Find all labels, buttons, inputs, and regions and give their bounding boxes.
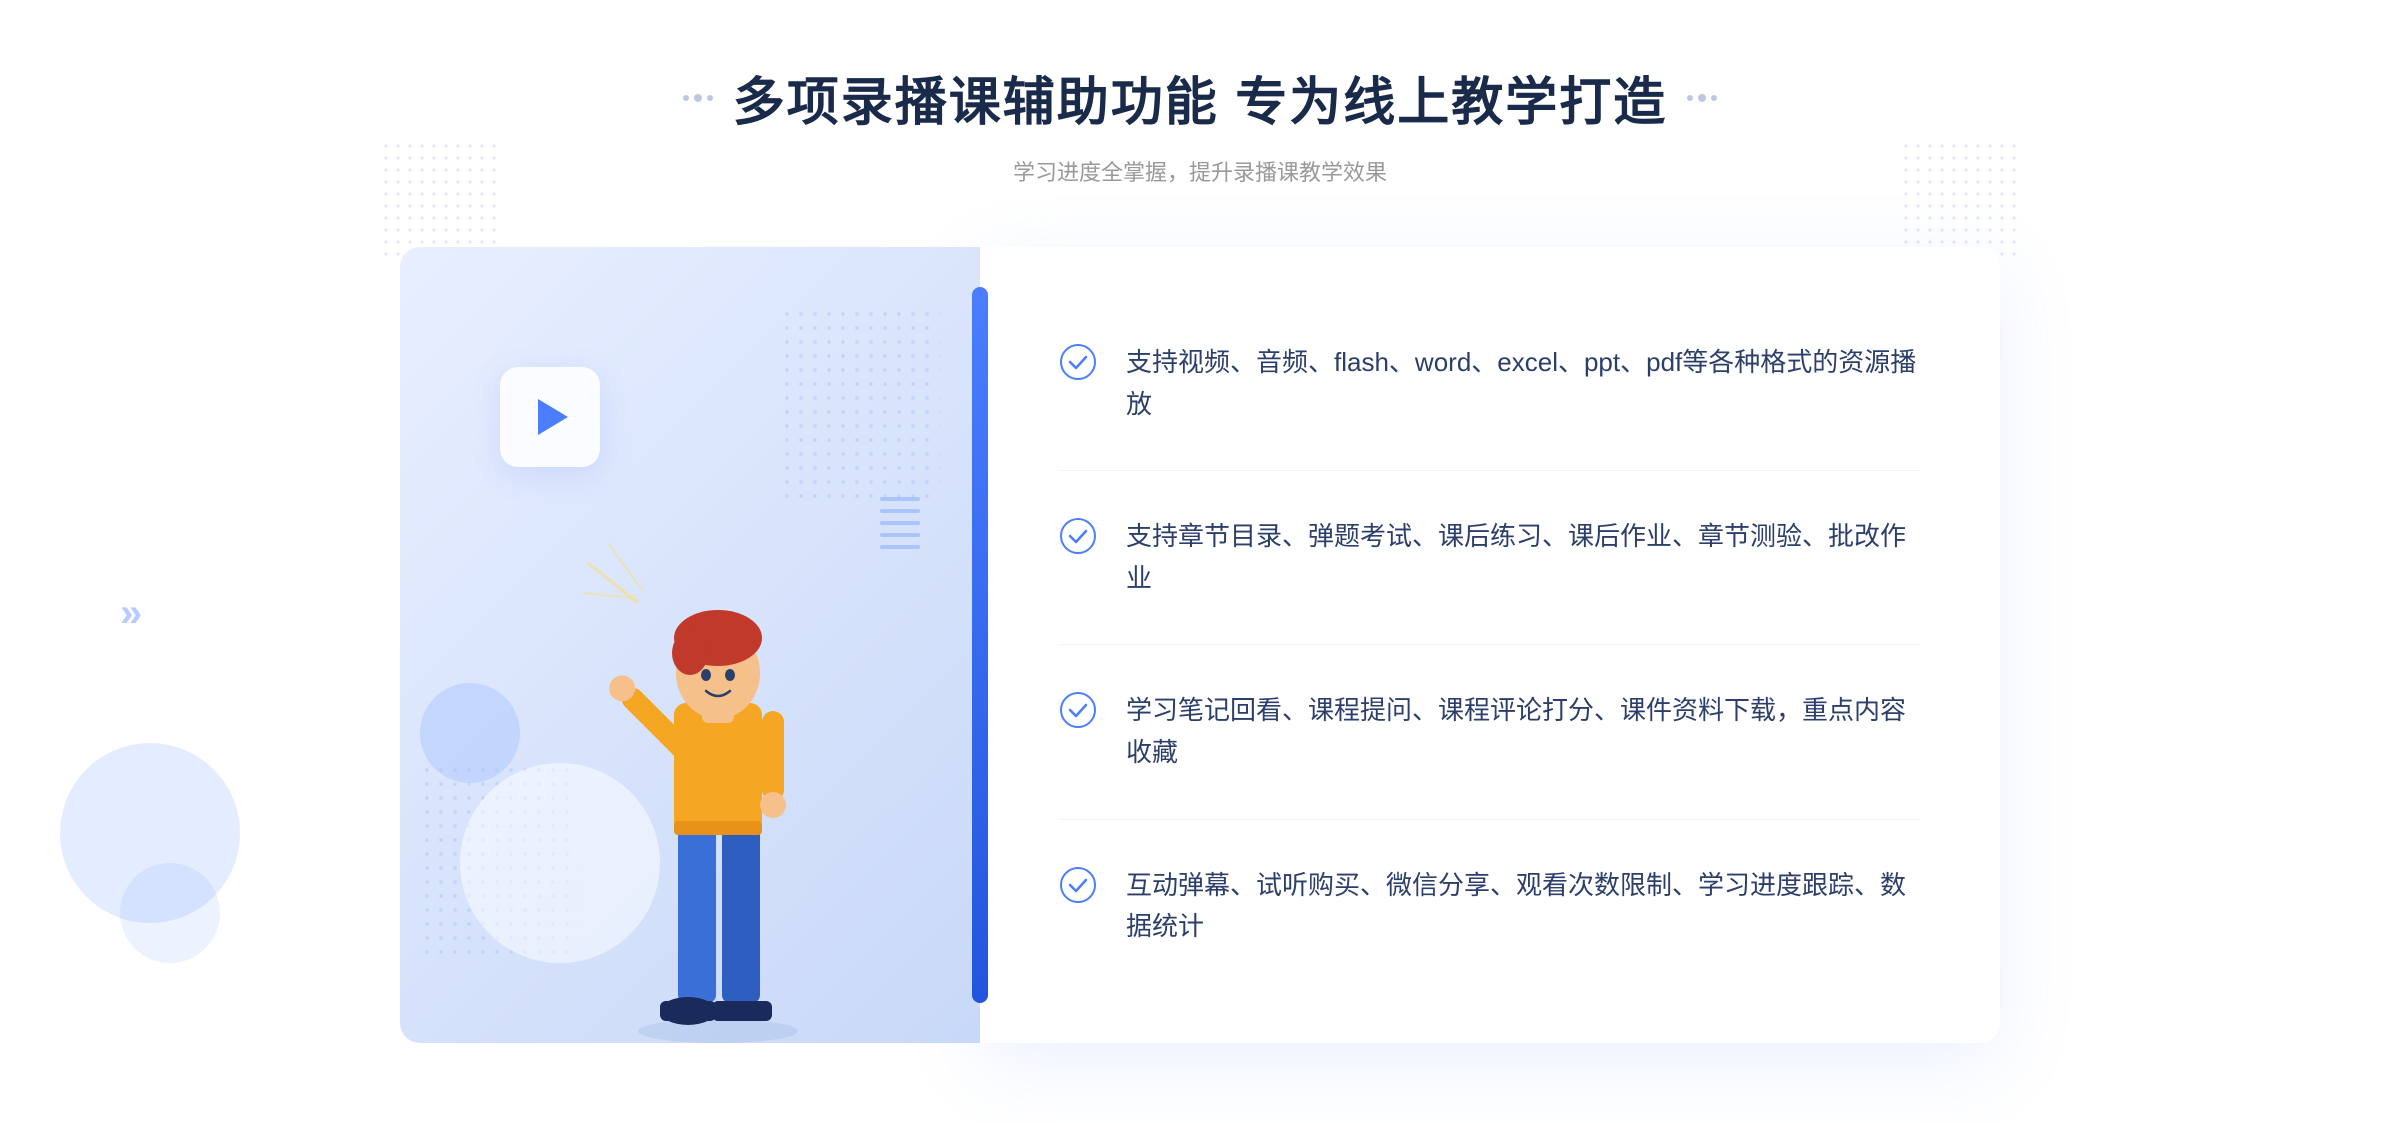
feature-item-4: 互动弹幕、试听购买、微信分享、观看次数限制、学习进度跟踪、数据统计	[1060, 820, 1920, 993]
header-section: 多项录播课辅助功能 专为线上教学打造 学习进度全掌握，提升录播课教学效果	[0, 60, 2400, 187]
person-figure	[578, 483, 858, 1043]
page-wrapper: » 多项录播课辅助功能 专为线上教学打造 学习进度全掌握，提升录播课教学效果	[0, 0, 2400, 1123]
feature-item-1: 支持视频、音频、flash、word、excel、ppt、pdf等各种格式的资源…	[1060, 297, 1920, 471]
subtitle: 学习进度全掌握，提升录播课教学效果	[1013, 155, 1387, 187]
feature-text-3: 学习笔记回看、课程提问、课程评论打分、课件资料下载，重点内容收藏	[1126, 690, 1920, 773]
dot-grid-inner-top-right	[780, 307, 940, 507]
deco-line-3	[880, 521, 920, 525]
feature-text-4: 互动弹幕、试听购买、微信分享、观看次数限制、学习进度跟踪、数据统计	[1126, 865, 1920, 948]
deco-lines	[880, 497, 920, 549]
deco-line-5	[880, 545, 920, 549]
illustration-panel	[400, 247, 980, 1043]
blue-accent-bar	[972, 287, 988, 1003]
deco-line-4	[880, 533, 920, 537]
deco-line-2	[880, 509, 920, 513]
feature-text-1: 支持视频、音频、flash、word、excel、ppt、pdf等各种格式的资源…	[1126, 342, 1920, 425]
check-icon-2	[1060, 518, 1096, 554]
check-icon-4	[1060, 867, 1096, 903]
main-title: 多项录播课辅助功能 专为线上教学打造	[733, 60, 1667, 135]
check-icon-3	[1060, 692, 1096, 728]
feature-item-3: 学习笔记回看、课程提问、课程评论打分、课件资料下载，重点内容收藏	[1060, 645, 1920, 819]
title-dots-right	[1687, 94, 1717, 102]
deco-circle-outer-2	[120, 863, 220, 963]
play-triangle-icon	[538, 399, 568, 435]
check-icon-1	[1060, 344, 1096, 380]
outer-chevrons: »	[120, 591, 142, 636]
content-area: 支持视频、音频、flash、word、excel、ppt、pdf等各种格式的资源…	[400, 247, 2000, 1043]
play-bubble	[500, 367, 600, 467]
features-panel: 支持视频、音频、flash、word、excel、ppt、pdf等各种格式的资源…	[980, 247, 2000, 1043]
feature-text-2: 支持章节目录、弹题考试、课后练习、课后作业、章节测验、批改作业	[1126, 516, 1920, 599]
feature-item-2: 支持章节目录、弹题考试、课后练习、课后作业、章节测验、批改作业	[1060, 471, 1920, 645]
title-dots-left	[683, 94, 713, 102]
deco-line-1	[880, 497, 920, 501]
deco-circle-small	[420, 683, 520, 783]
title-row: 多项录播课辅助功能 专为线上教学打造	[683, 60, 1717, 135]
